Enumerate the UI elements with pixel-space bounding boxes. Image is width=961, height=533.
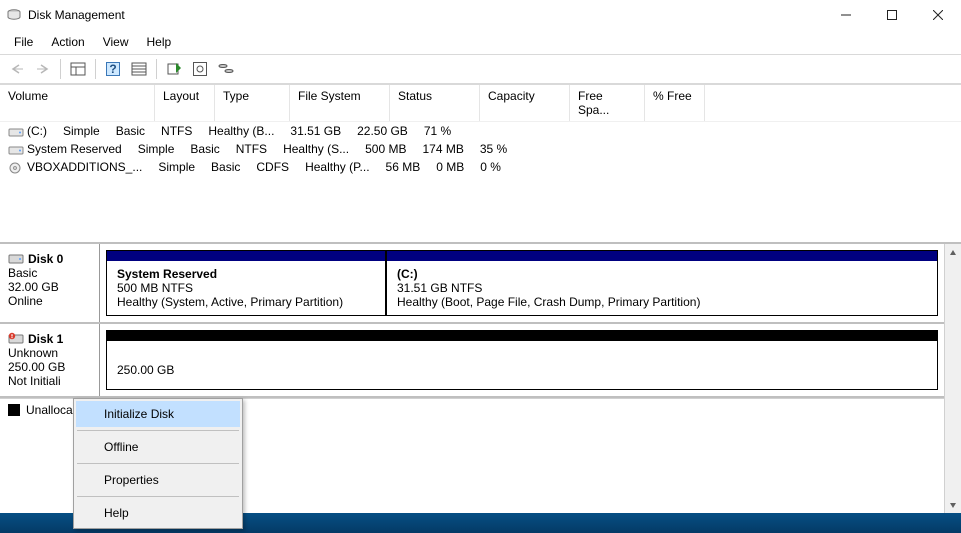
drive-icon: [8, 144, 24, 156]
col-pctfree[interactable]: % Free: [645, 85, 705, 121]
disk-size: 250.00 GB: [8, 360, 91, 374]
partition-name: (C:): [397, 267, 927, 281]
menu-file[interactable]: File: [6, 32, 41, 52]
volume-row[interactable]: VBOXADDITIONS_... Simple Basic CDFS Heal…: [0, 158, 961, 176]
ctx-separator: [77, 463, 239, 464]
partition-unallocated[interactable]: 250.00 GB: [106, 330, 938, 390]
menu-view[interactable]: View: [95, 32, 137, 52]
partition-bar: [107, 331, 937, 341]
minimize-button[interactable]: [823, 0, 869, 30]
menubar: File Action View Help: [0, 30, 961, 54]
partition-c[interactable]: (C:) 31.51 GB NTFS Healthy (Boot, Page F…: [386, 250, 938, 316]
volume-list: Volume Layout Type File System Status Ca…: [0, 84, 961, 242]
ctx-properties[interactable]: Properties: [76, 467, 240, 493]
legend-label-unallocated: Unalloca: [26, 403, 73, 417]
disk-type: Basic: [8, 266, 91, 280]
disk-graphical-view: Disk 0 Basic 32.00 GB Online System Rese…: [0, 242, 961, 513]
disc-icon: [8, 162, 24, 174]
disk-type: Unknown: [8, 346, 91, 360]
forward-button[interactable]: [32, 58, 54, 80]
scroll-down-icon[interactable]: [945, 496, 961, 513]
col-type[interactable]: Type: [215, 85, 290, 121]
disk-info-panel[interactable]: Disk 0 Basic 32.00 GB Online: [0, 244, 100, 322]
refresh-list-button[interactable]: [128, 58, 150, 80]
col-capacity[interactable]: Capacity: [480, 85, 570, 121]
partition-status: Healthy (System, Active, Primary Partiti…: [117, 295, 375, 309]
disk-row[interactable]: Disk 1 Unknown 250.00 GB Not Initiali 25…: [0, 324, 944, 398]
partition-status: Healthy (Boot, Page File, Crash Dump, Pr…: [397, 295, 927, 309]
col-filesystem[interactable]: File System: [290, 85, 390, 121]
disks-view-button[interactable]: [215, 58, 237, 80]
partition-size: 250.00 GB: [117, 347, 927, 377]
col-free[interactable]: Free Spa...: [570, 85, 645, 121]
partition-bar: [387, 251, 937, 261]
disk-label: Disk 0: [28, 252, 63, 266]
col-status[interactable]: Status: [390, 85, 480, 121]
maximize-button[interactable]: [869, 0, 915, 30]
disk-state: Online: [8, 294, 91, 308]
scroll-up-icon[interactable]: [945, 244, 961, 261]
ctx-initialize-disk[interactable]: Initialize Disk: [76, 401, 240, 427]
vertical-scrollbar[interactable]: [944, 244, 961, 513]
partition-bar: [107, 251, 385, 261]
vol-name: (C:): [27, 124, 47, 138]
disk-label: Disk 1: [28, 332, 63, 346]
volume-row[interactable]: (C:) Simple Basic NTFS Healthy (B... 31.…: [0, 122, 961, 140]
settings-button[interactable]: [189, 58, 211, 80]
help-button[interactable]: ?: [102, 58, 124, 80]
partition-size: 31.51 GB NTFS: [397, 281, 927, 295]
rescan-button[interactable]: [163, 58, 185, 80]
col-volume[interactable]: Volume: [0, 85, 155, 121]
close-button[interactable]: [915, 0, 961, 30]
disk-icon: [8, 252, 24, 266]
back-button[interactable]: [6, 58, 28, 80]
window-title: Disk Management: [28, 8, 125, 22]
vol-name: VBOXADDITIONS_...: [27, 160, 142, 174]
ctx-offline[interactable]: Offline: [76, 434, 240, 460]
menu-action[interactable]: Action: [43, 32, 92, 52]
disk-size: 32.00 GB: [8, 280, 91, 294]
volume-row[interactable]: System Reserved Simple Basic NTFS Health…: [0, 140, 961, 158]
col-layout[interactable]: Layout: [155, 85, 215, 121]
disk-state: Not Initiali: [8, 374, 91, 388]
volume-header-row: Volume Layout Type File System Status Ca…: [0, 85, 961, 122]
svg-text:?: ?: [109, 62, 116, 76]
menu-help[interactable]: Help: [139, 32, 180, 52]
partition-system-reserved[interactable]: System Reserved 500 MB NTFS Healthy (Sys…: [106, 250, 386, 316]
disk-warning-icon: [8, 332, 24, 346]
titlebar: Disk Management: [0, 0, 961, 30]
drive-icon: [8, 126, 24, 138]
context-menu: Initialize Disk Offline Properties Help: [73, 398, 243, 529]
col-spare: [705, 85, 961, 121]
vol-name: System Reserved: [27, 142, 122, 156]
disk-info-panel[interactable]: Disk 1 Unknown 250.00 GB Not Initiali: [0, 324, 100, 396]
ctx-separator: [77, 430, 239, 431]
partition-name: System Reserved: [117, 267, 375, 281]
legend-swatch-unallocated: [8, 404, 20, 416]
app-icon: [6, 7, 22, 23]
toolbar: ?: [0, 54, 961, 84]
disk-row[interactable]: Disk 0 Basic 32.00 GB Online System Rese…: [0, 244, 944, 324]
partition-size: 500 MB NTFS: [117, 281, 375, 295]
view-layout-button[interactable]: [67, 58, 89, 80]
ctx-separator: [77, 496, 239, 497]
ctx-help[interactable]: Help: [76, 500, 240, 526]
